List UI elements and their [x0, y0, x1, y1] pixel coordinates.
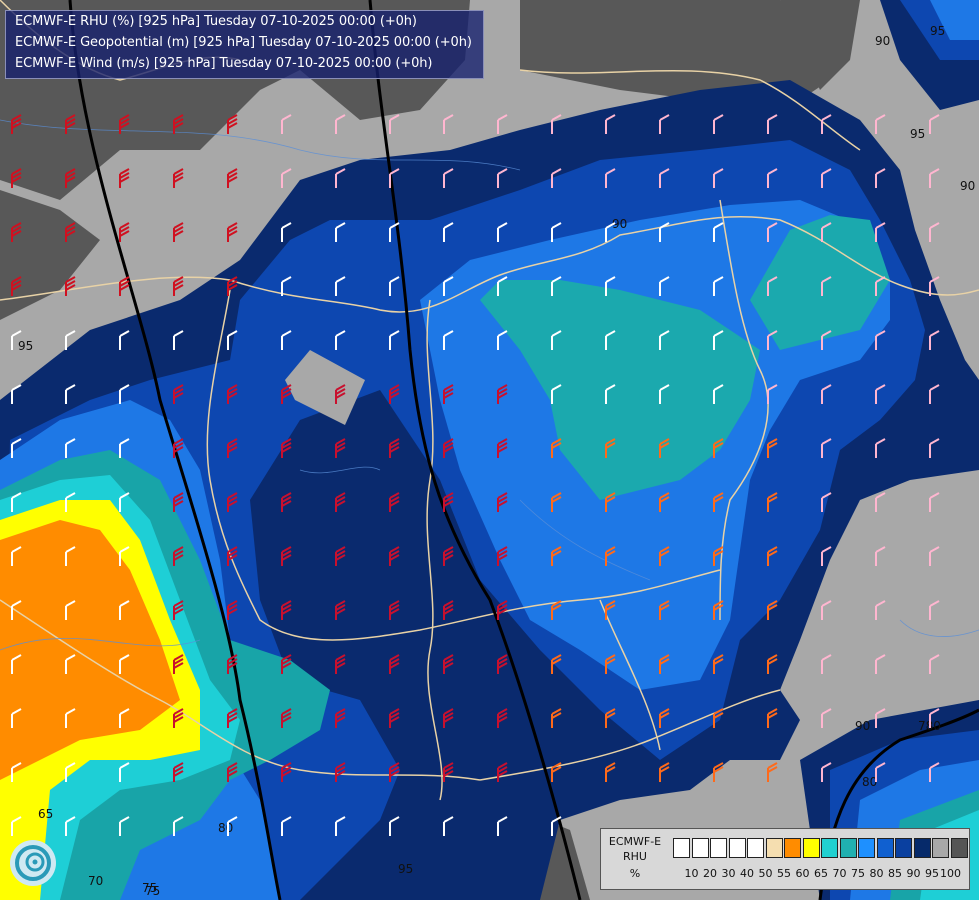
legend-unit: % [629, 867, 641, 880]
legend-swatch [673, 838, 690, 858]
rhu-contour-label: 95 [398, 862, 413, 876]
rhu-contour-label: 65 [38, 807, 53, 821]
title-wind: ECMWF-E Wind (m/s) [925 hPa] Tuesday 07-… [15, 56, 433, 71]
legend-swatch [950, 838, 968, 858]
legend-swatch [747, 838, 764, 858]
legend-model: ECMWF-E [608, 835, 662, 848]
legend-swatch [691, 838, 709, 858]
rhu-contour-label: 80 [862, 775, 877, 789]
legend-swatch [710, 838, 727, 858]
rhu-contour-label: 90 [855, 719, 870, 733]
legend-swatch [821, 838, 838, 858]
legend-swatch [728, 838, 746, 858]
title-geopotential: ECMWF-E Geopotential (m) [925 hPa] Tuesd… [15, 35, 472, 50]
legend-tick-label: 100 [940, 867, 961, 880]
legend-swatch [784, 838, 801, 858]
legend-swatch [858, 838, 875, 858]
legend-swatch [839, 838, 857, 858]
rhu-legend: ECMWF-E RHU % 10 20 30 40 50 55 60 65 70 75 80 85 90… [600, 828, 970, 890]
rhu-contour-label: 90 [960, 179, 975, 193]
rhu-contour-label: 95 [18, 339, 33, 353]
rhu-contour-label: 95 [930, 24, 945, 38]
legend-swatch [895, 838, 912, 858]
legend-swatch [913, 838, 931, 858]
rhu-contour-label: 80 [218, 821, 233, 835]
rhu-contour-label: 90 [875, 34, 890, 48]
rhu-contour-label: 95 [910, 127, 925, 141]
legend-swatch [765, 838, 783, 858]
ecmwf-logo-icon [10, 840, 56, 886]
rhu-map: 95 90 95 90 75 80 90 95 65 70 75 80 95 9… [0, 0, 979, 900]
legend-swatch [932, 838, 949, 858]
map-viewer: 95 90 95 90 75 80 90 95 65 70 75 80 95 9… [0, 0, 979, 900]
title-rhu: ECMWF-E RHU (%) [925 hPa] Tuesday 07-10-… [15, 14, 417, 29]
rhu-contour-label: 75 [142, 881, 157, 895]
legend-swatch [802, 838, 820, 858]
legend-variable: RHU [623, 850, 647, 863]
rhu-contour-label: 70 [88, 874, 103, 888]
legend-swatch [876, 838, 894, 858]
title-box: ECMWF-E RHU (%) [925 hPa] Tuesday 07-10-… [5, 10, 484, 79]
